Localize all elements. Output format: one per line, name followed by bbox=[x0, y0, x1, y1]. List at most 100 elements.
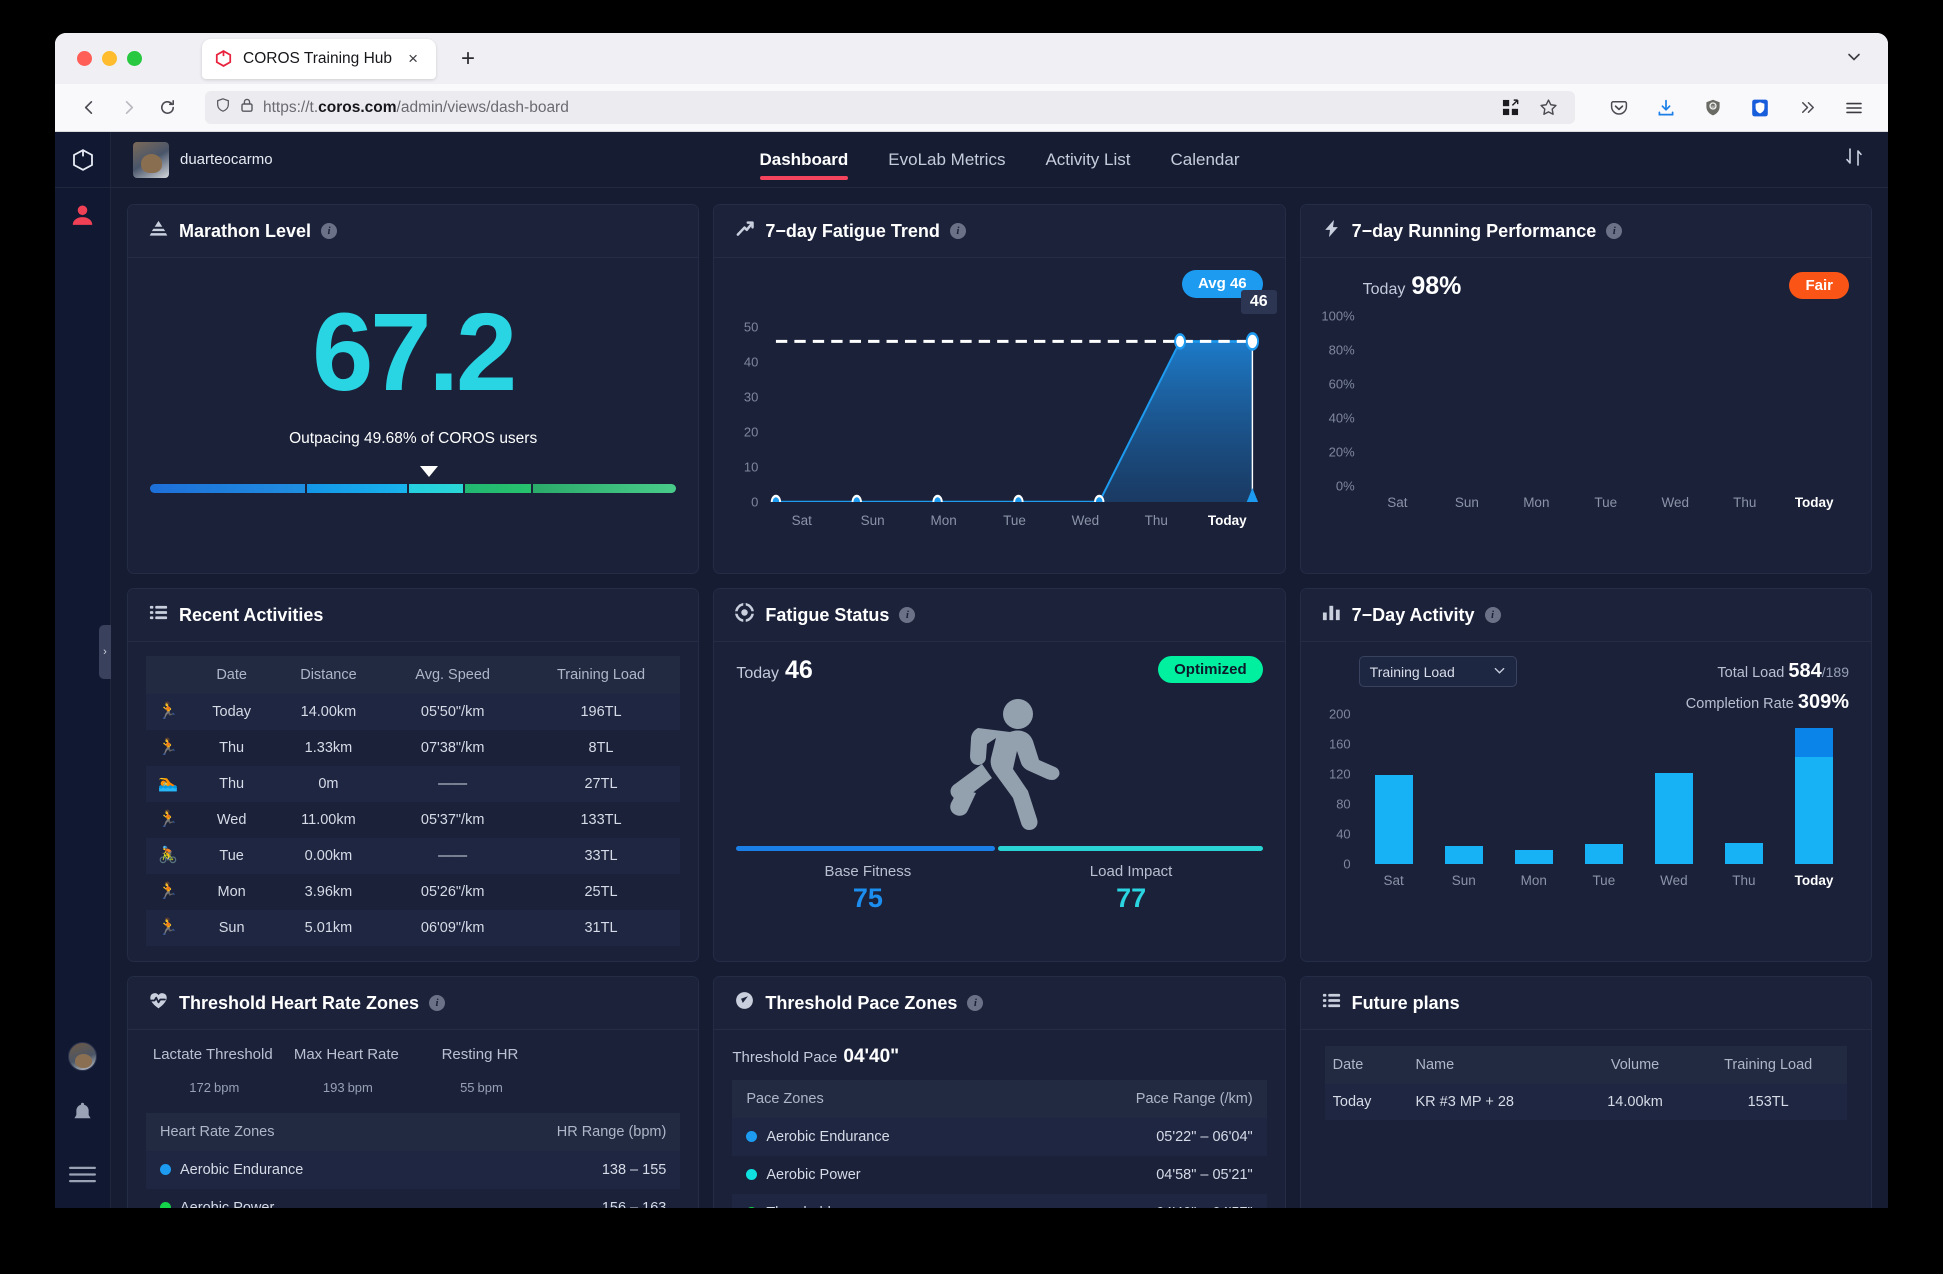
marathon-level-marker-icon bbox=[419, 466, 438, 477]
browser-tab[interactable]: COROS Training Hub × bbox=[202, 38, 437, 79]
y-tick-label: 80 bbox=[1336, 796, 1351, 812]
tab-activity-list[interactable]: Activity List bbox=[1045, 132, 1130, 187]
table-row[interactable]: Aerobic Power 04'58" – 05'21" bbox=[732, 1156, 1267, 1194]
coros-favicon-icon bbox=[214, 49, 233, 68]
table-row[interactable]: 🏃 Sun 5.01km 06'09"/km 31TL bbox=[146, 910, 681, 946]
table-row[interactable]: Today KR #3 MP + 28 14.00km 153TL bbox=[1324, 1084, 1847, 1120]
cell-zone-range: 04'58" – 05'21" bbox=[1156, 1167, 1253, 1183]
table-row[interactable]: Aerobic Power 156 – 163 bbox=[146, 1189, 681, 1208]
ublock-shield-icon[interactable]: uo bbox=[1696, 91, 1730, 125]
metric-label: Resting HR bbox=[441, 1046, 519, 1063]
sidebar-item-notifications[interactable] bbox=[55, 1086, 111, 1146]
window-traffic-lights[interactable] bbox=[69, 51, 154, 66]
info-icon[interactable]: i bbox=[1606, 223, 1623, 239]
shield-icon[interactable] bbox=[215, 97, 231, 118]
card-threshold-pace-zones: Threshold Pace Zones i Threshold Pace 04'… bbox=[713, 976, 1286, 1208]
sidebar-item-profile[interactable] bbox=[55, 188, 111, 248]
user-chip[interactable]: duarteocarmo bbox=[133, 141, 273, 178]
sidebar-item-menu[interactable] bbox=[55, 1146, 111, 1208]
card-title: 7−day Running Performance bbox=[1351, 220, 1597, 241]
x-tick-label: Tue bbox=[1592, 873, 1616, 888]
col-date: Date bbox=[1324, 1046, 1408, 1084]
sidebar-item-account-avatar[interactable] bbox=[55, 1026, 111, 1086]
completion-rate-value: 309% bbox=[1797, 691, 1849, 713]
table-row[interactable]: Aerobic Endurance 05'22" – 06'04" bbox=[732, 1118, 1267, 1156]
info-icon[interactable]: i bbox=[967, 995, 984, 1011]
table-row[interactable]: 🏃 Today 14.00km 05'50"/km 196TL bbox=[146, 694, 681, 730]
fatigue-today: Today 46 bbox=[736, 656, 813, 684]
hr-metrics-row: Lactate Threshold 172 bpm Max Heart Rate … bbox=[146, 1046, 680, 1099]
info-icon[interactable]: i bbox=[949, 223, 966, 239]
card-fatigue-trend: 7−day Fatigue Trend i Avg 46 50 40 30 20 bbox=[713, 204, 1286, 574]
cell-distance: 0m bbox=[318, 776, 339, 792]
y-tick-label: 200 bbox=[1328, 706, 1351, 722]
card-header: Threshold Pace Zones i bbox=[714, 977, 1285, 1030]
address-bar-url: https://t.coros.com/admin/views/dash-boa… bbox=[263, 98, 569, 116]
maximize-window-button[interactable] bbox=[127, 51, 142, 66]
info-icon[interactable]: i bbox=[321, 223, 338, 239]
forward-button[interactable] bbox=[111, 91, 145, 125]
x-tick-label: Thu bbox=[1733, 495, 1757, 510]
tab-calendar[interactable]: Calendar bbox=[1171, 132, 1240, 187]
heart-pulse-icon bbox=[148, 990, 169, 1016]
sidebar-collapse-handle[interactable]: › bbox=[99, 625, 111, 679]
x-tick-label: Tue bbox=[1003, 513, 1026, 528]
tab-evolab-metrics[interactable]: EvoLab Metrics bbox=[888, 132, 1005, 187]
back-button[interactable] bbox=[72, 91, 106, 125]
table-row[interactable]: 🏃 Wed 11.00km 05'37"/km 133TL bbox=[146, 802, 681, 838]
new-tab-button[interactable]: + bbox=[454, 45, 482, 73]
col-training-load: Training Load bbox=[521, 656, 681, 694]
cell-speed: —— bbox=[438, 776, 468, 792]
card-future-plans: Future plans Date Name Volume Training L… bbox=[1299, 976, 1872, 1208]
table-row[interactable]: 🏃 Thu 1.33km 07'38"/km 8TL bbox=[146, 730, 681, 766]
lifebuoy-icon bbox=[734, 602, 755, 628]
metric-select[interactable]: Training Load bbox=[1358, 656, 1517, 687]
cell-distance: 5.01km bbox=[304, 920, 353, 936]
table-row[interactable]: Threshold 04'40" – 04'57" bbox=[732, 1194, 1267, 1208]
x-tick-label: Mon bbox=[1520, 873, 1547, 888]
cell-volume: 14.00km bbox=[1607, 1094, 1663, 1110]
info-icon[interactable]: i bbox=[899, 607, 916, 623]
reload-button[interactable] bbox=[150, 91, 184, 125]
table-row[interactable]: 🚴 Tue 0.00km —— 33TL bbox=[146, 838, 681, 874]
close-tab-button[interactable]: × bbox=[402, 48, 424, 70]
card-header: Fatigue Status i bbox=[714, 589, 1285, 642]
y-tick-label: 80% bbox=[1328, 342, 1355, 358]
cell-speed: —— bbox=[438, 848, 468, 864]
zone-color-dot bbox=[160, 1164, 171, 1175]
list-all-tabs-icon[interactable] bbox=[1846, 48, 1862, 69]
dashboard-grid: Marathon Level i 67.2 Outpacing 49.68% o… bbox=[111, 188, 1888, 1208]
card-body: Avg 46 50 40 30 20 10 0 46 Sat Sun Mon T… bbox=[714, 258, 1284, 573]
sync-sort-icon[interactable] bbox=[1842, 145, 1866, 174]
info-icon[interactable]: i bbox=[1484, 607, 1501, 623]
table-row[interactable]: 🏃 Mon 3.96km 05'26"/km 25TL bbox=[146, 874, 681, 910]
overflow-menu-icon[interactable] bbox=[1790, 91, 1824, 125]
cell-zone-name: Threshold bbox=[732, 1194, 1022, 1208]
info-icon[interactable]: i bbox=[429, 995, 446, 1011]
card-running-performance: 7−day Running Performance i Today 98% Fai… bbox=[1299, 204, 1872, 574]
marathon-level-subtitle: Outpacing 49.68% of COROS users bbox=[289, 430, 538, 447]
seven-day-activity-chart: 200 160 120 80 40 0 Sat Sun Mon Tue Wed … bbox=[1329, 707, 1849, 889]
metric-value: 193 bpm bbox=[322, 1080, 373, 1095]
pocket-icon[interactable] bbox=[1602, 91, 1636, 125]
lock-icon[interactable] bbox=[240, 97, 254, 118]
minimize-window-button[interactable] bbox=[102, 51, 117, 66]
close-window-button[interactable] bbox=[77, 51, 92, 66]
table-row[interactable]: Aerobic Endurance 138 – 155 bbox=[146, 1151, 681, 1189]
downloads-icon[interactable] bbox=[1649, 91, 1683, 125]
card-header: Threshold Heart Rate Zones i bbox=[128, 977, 699, 1030]
card-title: Future plans bbox=[1351, 992, 1460, 1013]
tab-dashboard[interactable]: Dashboard bbox=[759, 132, 848, 187]
address-bar[interactable]: https://t.coros.com/admin/views/dash-boa… bbox=[205, 91, 1575, 124]
hamburger-icon bbox=[69, 1165, 96, 1189]
cell-load: 153TL bbox=[1747, 1094, 1789, 1110]
bookmark-star-icon[interactable] bbox=[1531, 91, 1565, 125]
card-title: Recent Activities bbox=[179, 604, 324, 625]
cell-date: Today bbox=[212, 704, 251, 720]
hamburger-menu-icon[interactable] bbox=[1837, 91, 1871, 125]
table-row[interactable]: 🏊 Thu 0m —— 27TL bbox=[146, 766, 681, 802]
hr-metric: Max Heart Rate 193 bpm bbox=[280, 1046, 414, 1099]
bitwarden-icon[interactable] bbox=[1743, 91, 1777, 125]
extensions-icon[interactable] bbox=[1493, 91, 1527, 125]
coros-logo-icon[interactable] bbox=[55, 132, 110, 188]
